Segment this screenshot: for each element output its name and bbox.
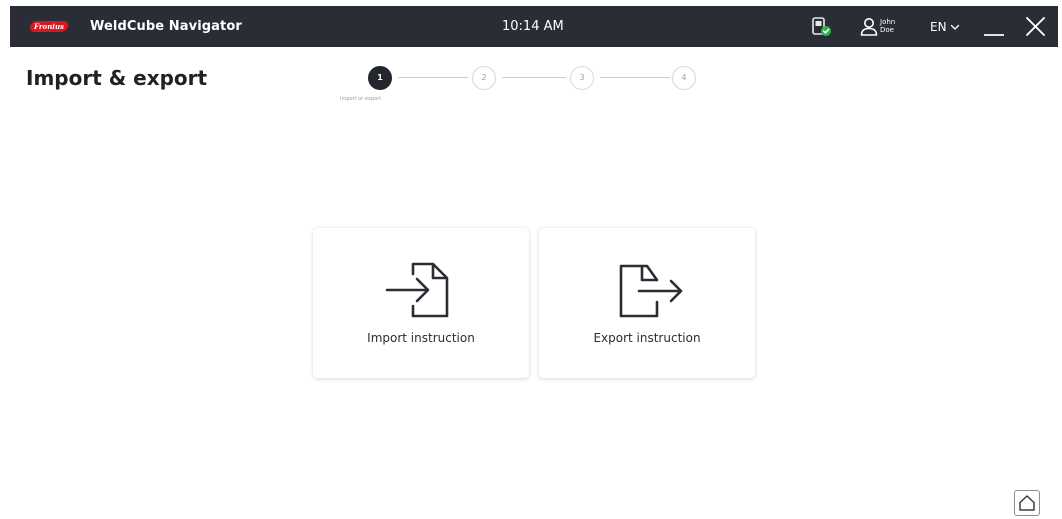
file-import-icon <box>385 262 449 318</box>
language-label: EN <box>930 19 947 34</box>
page-title: Import & export <box>26 66 208 90</box>
close-button[interactable] <box>1020 14 1050 40</box>
export-instruction-label: Export instruction <box>593 331 701 345</box>
fronius-logo: Fronius <box>28 21 70 32</box>
import-instruction-label: Import instruction <box>367 331 475 345</box>
user-name: John Doe <box>880 18 910 34</box>
clock: 10:14 AM <box>502 19 564 34</box>
device-connected-icon[interactable] <box>810 16 832 38</box>
app-title: WeldCube Navigator <box>90 19 242 34</box>
user-last-name: Doe <box>880 26 894 34</box>
home-icon <box>1019 495 1035 511</box>
step-2[interactable]: 2 <box>472 66 496 90</box>
top-bar: Fronius WeldCube Navigator 10:14 AM John… <box>10 6 1058 47</box>
step-connector <box>600 77 670 78</box>
user-icon <box>860 18 878 36</box>
import-instruction-button[interactable]: Import instruction <box>313 228 529 378</box>
step-3[interactable]: 3 <box>570 66 594 90</box>
minimize-button[interactable] <box>978 14 1008 40</box>
step-connector <box>398 77 468 78</box>
step-4[interactable]: 4 <box>672 66 696 90</box>
minimize-icon <box>984 34 1004 36</box>
brand-logo-text: Fronius <box>34 22 64 31</box>
step-connector <box>502 77 566 78</box>
language-select[interactable]: EN <box>930 18 960 36</box>
close-icon <box>1026 17 1045 36</box>
home-button[interactable] <box>1014 490 1040 516</box>
export-instruction-button[interactable]: Export instruction <box>539 228 755 378</box>
stepper: 1 2 3 4 Import or export <box>340 62 720 112</box>
step-1-caption: Import or export <box>340 96 382 102</box>
step-1[interactable]: 1 <box>368 66 392 90</box>
chevron-down-icon <box>950 24 959 30</box>
user-first-name: John <box>880 18 896 26</box>
file-export-icon <box>619 264 683 318</box>
